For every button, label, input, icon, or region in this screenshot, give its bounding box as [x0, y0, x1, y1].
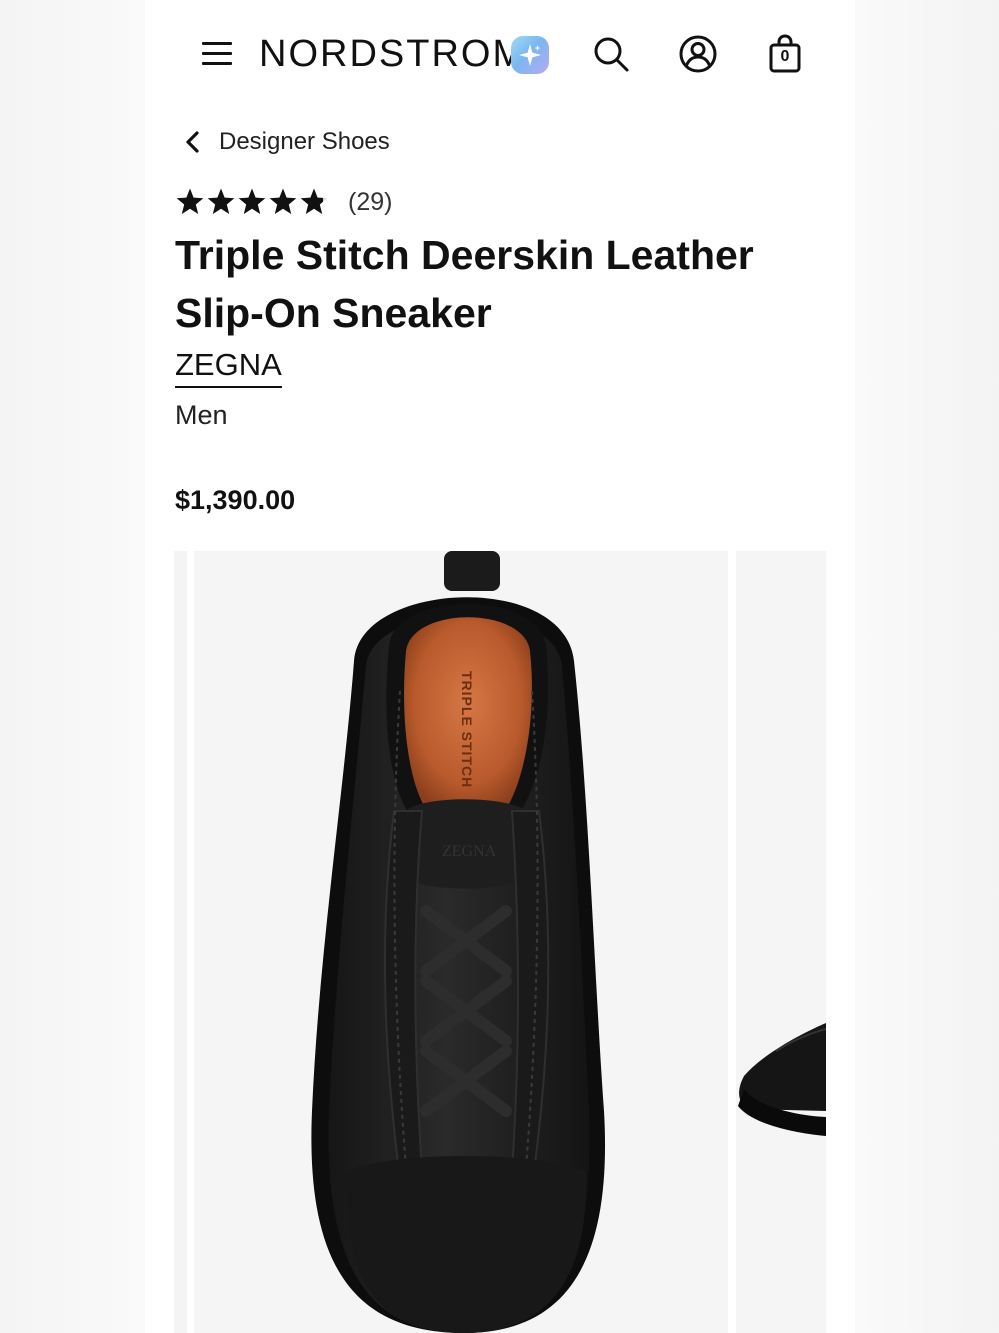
image-carousel[interactable]: TRIPLE STITCH ZEGNA	[174, 551, 826, 1333]
brand-link[interactable]: ZEGNA	[175, 345, 282, 388]
star-icon	[176, 188, 204, 214]
shopping-bag-icon[interactable]: 0	[763, 32, 807, 76]
product-page: NORDSTROM 0 Designer Shoes (29) Triple S…	[145, 0, 855, 1333]
star-rating	[175, 187, 330, 217]
sneaker-side-view-image	[738, 1023, 826, 1136]
previous-slide-peek[interactable]	[174, 551, 187, 1333]
product-image-main[interactable]: TRIPLE STITCH ZEGNA	[194, 551, 728, 1333]
review-count: (29)	[348, 187, 393, 216]
tongue-brand-text: ZEGNA	[442, 843, 497, 860]
breadcrumb-label: Designer Shoes	[219, 128, 390, 155]
hamburger-menu-icon[interactable]	[200, 36, 234, 70]
sparkle-ai-icon[interactable]	[511, 36, 549, 74]
account-icon[interactable]	[676, 32, 720, 76]
star-icon	[207, 188, 235, 214]
product-price: $1,390.00	[175, 485, 296, 515]
insole-brand-text: TRIPLE STITCH	[459, 671, 475, 788]
site-header: NORDSTROM 0	[145, 0, 855, 110]
product-title: Triple Stitch Deerskin Leather Slip-On S…	[175, 232, 754, 336]
breadcrumb-back-link[interactable]: Designer Shoes	[183, 124, 390, 160]
nordstrom-logo[interactable]: NORDSTROM	[259, 30, 526, 78]
sneaker-top-view-image: TRIPLE STITCH ZEGNA	[311, 551, 606, 1333]
bag-count-badge: 0	[780, 48, 790, 65]
search-icon[interactable]	[589, 32, 633, 76]
star-icon	[300, 188, 328, 214]
star-icon	[238, 188, 266, 214]
rating-summary[interactable]: (29)	[175, 184, 392, 220]
product-gender: Men	[175, 400, 228, 430]
backdrop-right	[855, 0, 999, 1333]
next-slide-peek[interactable]	[736, 551, 826, 1333]
star-icon	[269, 188, 297, 214]
backdrop-left	[0, 0, 145, 1333]
chevron-left-icon	[186, 131, 199, 153]
